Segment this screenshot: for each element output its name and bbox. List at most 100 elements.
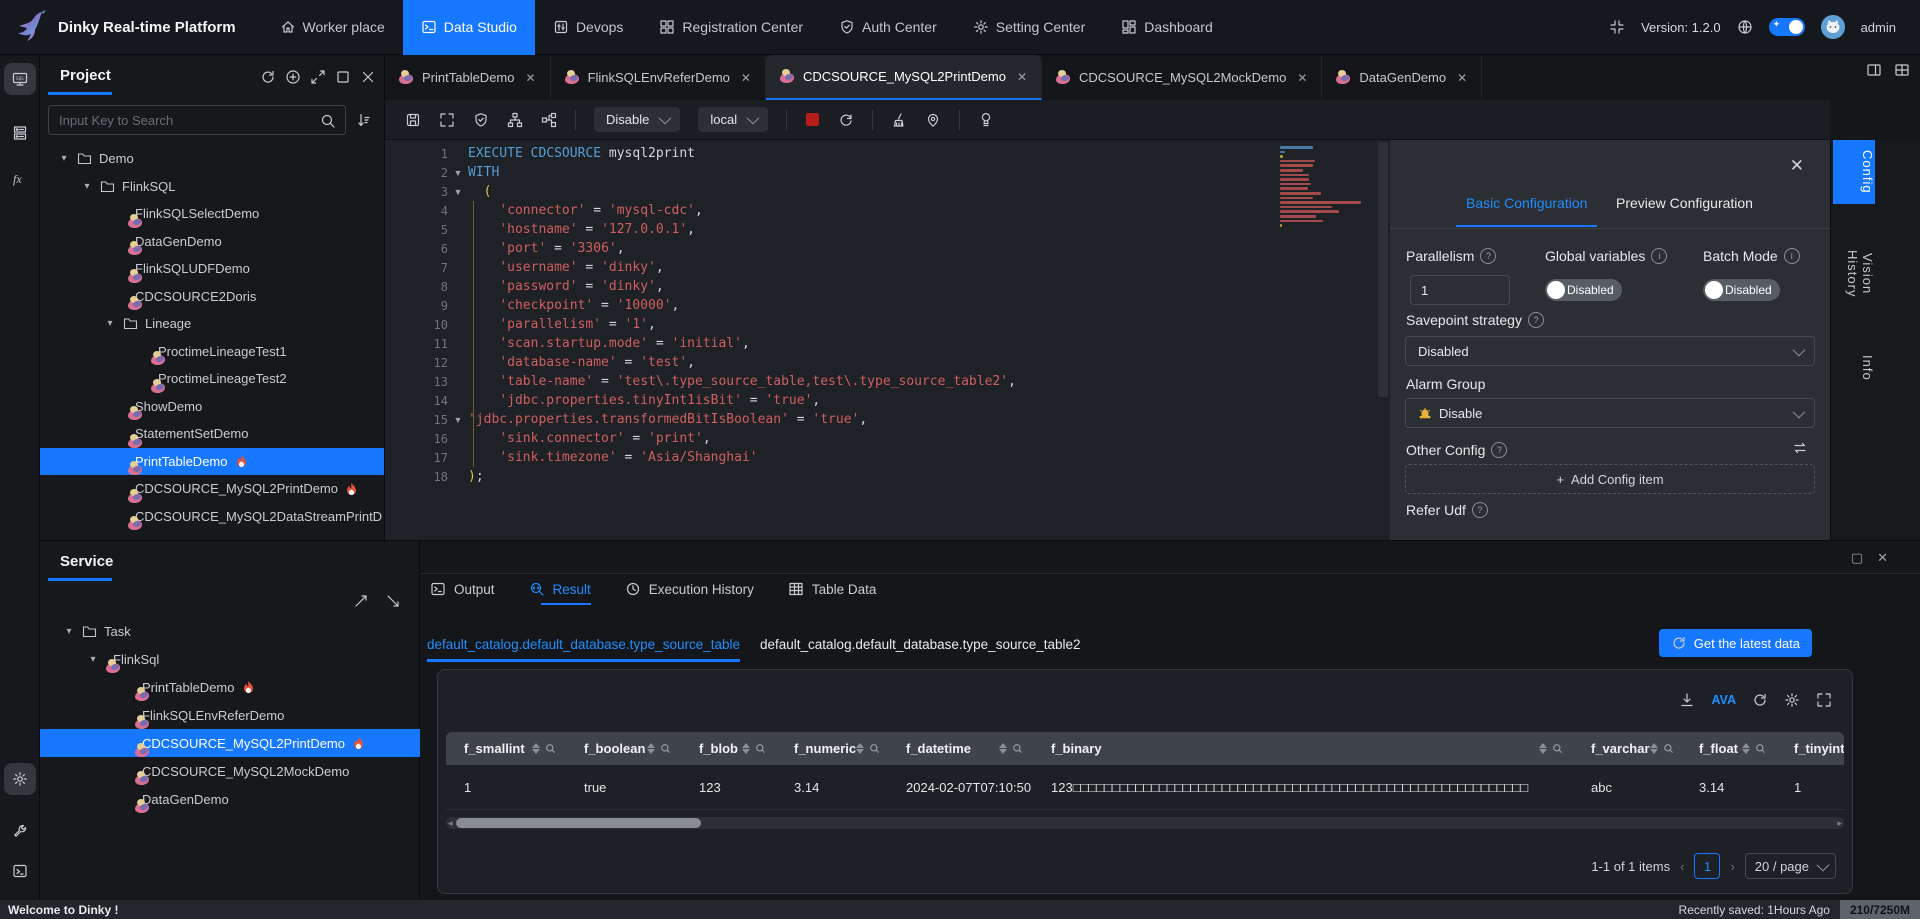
catalog-tab[interactable]: default_catalog.default_database.type_so… <box>760 631 1081 662</box>
tab-preview-configuration[interactable]: Preview Configuration <box>1616 195 1753 211</box>
tree-expand-arrow[interactable]: ▾ <box>57 153 71 164</box>
code-line-3[interactable]: 3▼ ( <box>385 182 1390 201</box>
fullscreen-toggle-icon[interactable] <box>1609 19 1625 35</box>
tree-item-ProctimeLineageTest2[interactable]: ProctimeLineageTest2 <box>40 365 385 393</box>
restart-icon[interactable] <box>838 112 854 128</box>
refresh-icon[interactable] <box>260 69 276 85</box>
column-search-icon[interactable] <box>545 743 556 754</box>
cluster-select[interactable]: local <box>698 107 768 132</box>
rail-wrench-icon[interactable] <box>4 815 36 847</box>
code-line-13[interactable]: 13 'table-name' = 'test\.type_source_tab… <box>385 372 1390 391</box>
format-broom-icon[interactable] <box>891 112 907 128</box>
save-icon[interactable] <box>405 112 421 128</box>
close-tab-icon[interactable]: ✕ <box>1457 71 1467 85</box>
tree-expand-arrow[interactable]: ▾ <box>103 318 117 329</box>
info-icon[interactable]: i <box>1784 248 1800 264</box>
column-header-f_blob[interactable]: f_blob <box>681 732 776 765</box>
sort-az-icon[interactable] <box>356 112 372 128</box>
editor-tab-PrintTableDemo[interactable]: PrintTableDemo✕ <box>385 55 551 100</box>
console-tab-result[interactable]: Result <box>529 581 591 605</box>
maximize-icon[interactable] <box>335 69 351 85</box>
scroll-left-icon[interactable]: ◂ <box>448 817 453 829</box>
console-tab-execution-history[interactable]: Execution History <box>625 581 754 605</box>
column-header-f_tinyint[interactable]: f_tinyint <box>1776 732 1844 765</box>
theme-toggle[interactable]: ✦ <box>1769 18 1805 36</box>
expand-icon[interactable] <box>310 69 326 85</box>
column-header-f_binary[interactable]: f_binary <box>1033 732 1573 765</box>
grid-layout-icon[interactable] <box>1894 62 1910 78</box>
column-search-icon[interactable] <box>1012 743 1023 754</box>
rail-catalog-icon[interactable] <box>4 117 36 149</box>
panel-layout-icon[interactable] <box>1866 62 1882 78</box>
tree-item-ShowDemo[interactable]: ShowDemo <box>40 393 385 421</box>
close-tab-icon[interactable]: ✕ <box>1297 71 1307 85</box>
prev-page-icon[interactable]: ‹ <box>1680 859 1684 874</box>
help-icon[interactable]: ? <box>1472 502 1488 518</box>
search-icon[interactable] <box>320 113 336 129</box>
env-select[interactable]: Disable <box>594 107 680 132</box>
add-circle-icon[interactable] <box>285 69 301 85</box>
nav-item-registration-center[interactable]: Registration Center <box>641 0 821 55</box>
nav-item-dashboard[interactable]: Dashboard <box>1103 0 1231 55</box>
tree-item-PrintTableDemo[interactable]: PrintTableDemo <box>40 448 385 476</box>
check-sql-icon[interactable] <box>473 112 489 128</box>
tab-basic-configuration[interactable]: Basic Configuration <box>1466 195 1587 211</box>
editor-scrollbar[interactable] <box>1378 142 1388 397</box>
page-size-select[interactable]: 20 / page <box>1745 853 1836 879</box>
tree-item-CDCSOURCE_MySQL2DataStreamPrintD[interactable]: CDCSOURCE_MySQL2DataStreamPrintD <box>40 503 385 531</box>
strip-tab-config[interactable]: Config <box>1833 140 1875 204</box>
parallelism-input[interactable] <box>1410 275 1510 305</box>
code-line-8[interactable]: 8 'password' = 'dinky', <box>385 277 1390 296</box>
tree-expand-arrow[interactable]: ▾ <box>86 654 100 665</box>
console-tab-output[interactable]: Output <box>430 581 495 605</box>
close-icon[interactable] <box>360 69 376 85</box>
help-icon[interactable]: ? <box>1491 442 1507 458</box>
catalog-tab[interactable]: default_catalog.default_database.type_so… <box>427 631 740 662</box>
close-icon[interactable]: ✕ <box>1790 156 1804 176</box>
column-header-f_numeric[interactable]: f_numeric <box>776 732 888 765</box>
close-tab-icon[interactable]: ✕ <box>526 71 536 85</box>
download-icon[interactable] <box>1679 692 1695 708</box>
horizontal-scrollbar[interactable]: ◂ ▸ <box>446 817 1844 829</box>
tree-item-FlinkSQLSelectDemo[interactable]: FlinkSQLSelectDemo <box>40 200 385 228</box>
stop-icon[interactable] <box>805 112 820 127</box>
rail-sql-monitor-icon[interactable]: SQL <box>4 63 36 95</box>
fullscreen-table-icon[interactable] <box>1816 692 1832 708</box>
info-icon[interactable]: i <box>1651 248 1667 264</box>
tree-item-CDCSOURCE_MySQL2PrintDemo[interactable]: CDCSOURCE_MySQL2PrintDemo <box>40 729 420 757</box>
column-header-f_boolean[interactable]: f_boolean <box>566 732 681 765</box>
strip-tab-vision-history[interactable]: VisionHistory <box>1833 240 1875 307</box>
code-line-12[interactable]: 12 'database-name' = 'test', <box>385 353 1390 372</box>
settings-gear-icon[interactable] <box>1784 692 1800 708</box>
code-line-15[interactable]: 15▼'jdbc.properties.transformedBitIsBool… <box>385 410 1390 429</box>
tree-item-CDCSOURCE_MySQL2PrintDemo[interactable]: CDCSOURCE_MySQL2PrintDemo <box>40 475 385 503</box>
nav-item-worker-place[interactable]: Worker place <box>262 0 403 55</box>
tree-item-DataGenDemo[interactable]: DataGenDemo <box>40 785 420 813</box>
scrollbar-thumb[interactable] <box>456 818 701 828</box>
add-config-item-button[interactable]: +Add Config item <box>1405 464 1815 494</box>
swap-icon[interactable] <box>1792 440 1808 456</box>
collapse-diagonal-icon[interactable] <box>353 593 369 609</box>
tree-item-CDCSOURCE2Doris[interactable]: CDCSOURCE2Doris <box>40 283 385 311</box>
tree-item-CDCSOURCE_MySQL2MockDemo[interactable]: CDCSOURCE_MySQL2MockDemo <box>40 757 420 785</box>
next-page-icon[interactable]: › <box>1730 859 1734 874</box>
close-icon[interactable]: ✕ <box>1877 550 1888 566</box>
sort-carets-icon[interactable] <box>856 743 864 754</box>
tree-expand-arrow[interactable]: ▾ <box>80 181 94 192</box>
tree-item-PrintTableDemo[interactable]: PrintTableDemo <box>40 673 420 701</box>
tree-item-FlinkSQL[interactable]: ▾FlinkSQL <box>40 173 385 201</box>
maximize-icon[interactable]: ▢ <box>1851 550 1863 566</box>
column-search-icon[interactable] <box>1663 743 1674 754</box>
sort-carets-icon[interactable] <box>1650 743 1658 754</box>
column-header-f_varchar[interactable]: f_varchar <box>1573 732 1681 765</box>
code-line-9[interactable]: 9 'checkpoint' = '10000', <box>385 296 1390 315</box>
editor-tab-DataGenDemo[interactable]: DataGenDemo✕ <box>1322 55 1482 100</box>
expand-diagonal-icon[interactable] <box>385 593 401 609</box>
code-line-4[interactable]: 4 'connector' = 'mysql-cdc', <box>385 201 1390 220</box>
close-tab-icon[interactable]: ✕ <box>741 71 751 85</box>
sort-carets-icon[interactable] <box>742 743 750 754</box>
code-line-11[interactable]: 11 'scan.startup.mode' = 'initial', <box>385 334 1390 353</box>
publish-balloon-icon[interactable] <box>978 112 994 128</box>
help-icon[interactable]: ? <box>1528 312 1544 328</box>
column-search-icon[interactable] <box>755 743 766 754</box>
